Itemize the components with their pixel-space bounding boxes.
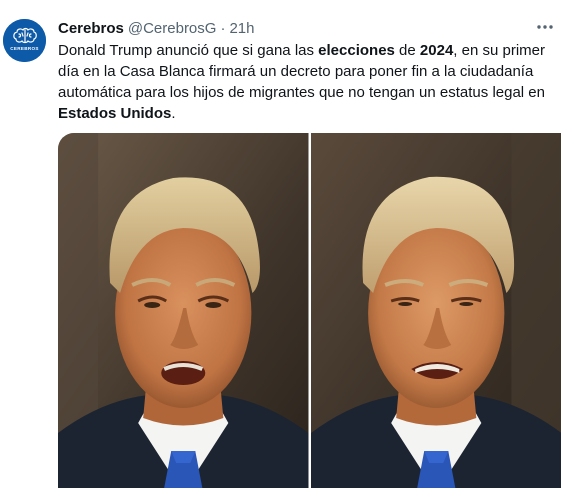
tweet-timestamp[interactable]: 21h <box>229 20 254 37</box>
author-name[interactable]: Cerebros <box>58 20 124 37</box>
avatar-wordmark: CEREBROS <box>10 46 38 51</box>
tweet-text-segment: . <box>171 105 176 122</box>
more-options-button[interactable] <box>533 16 557 38</box>
tweet-text-bold: 2024 <box>419 42 454 59</box>
tweet-text-segment: Donald Trump anunció que si gana las <box>58 42 319 59</box>
tweet-header: Cerebros @CerebrosG · 21h <box>58 17 254 39</box>
tweet-text-segment: de <box>394 42 420 59</box>
tweet-text-bold: Estados Unidos <box>58 105 172 122</box>
tweet-text: Donald Trump anunció que si gana las ele… <box>58 40 558 124</box>
media-image-left[interactable] <box>58 133 309 488</box>
tweet-media[interactable] <box>58 133 561 488</box>
more-options-icon <box>537 25 553 29</box>
author-handle[interactable]: @CerebrosG <box>128 20 217 37</box>
author-avatar[interactable]: CEREBROS <box>3 19 46 62</box>
separator-dot: · <box>220 19 226 37</box>
tweet-text-bold: elecciones <box>318 42 395 59</box>
tweet-card[interactable]: CEREBROS Cerebros @CerebrosG · 21h Donal… <box>0 0 561 488</box>
brain-logo-icon: CEREBROS <box>3 19 46 62</box>
media-image-right[interactable] <box>310 133 561 488</box>
